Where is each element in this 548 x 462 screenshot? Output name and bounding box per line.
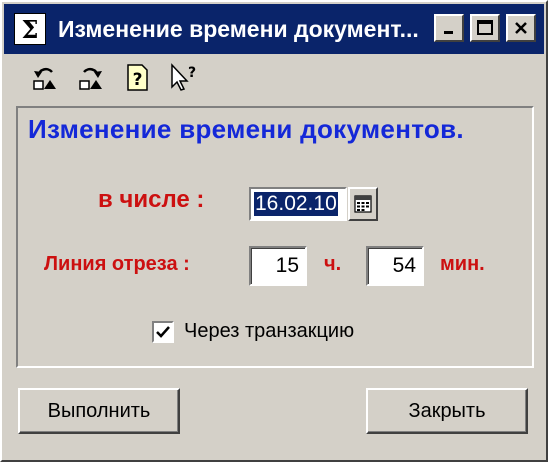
transaction-checkbox[interactable] xyxy=(152,320,174,343)
redo-icon xyxy=(79,67,102,90)
execute-button[interactable]: Выполнить xyxy=(18,388,180,434)
title-bar[interactable]: Σ Изменение времени документ... xyxy=(4,4,544,54)
close-icon xyxy=(515,22,527,34)
help-button[interactable]: ? xyxy=(120,60,154,94)
hours-unit-label: ч. xyxy=(324,253,342,275)
maximize-icon xyxy=(477,20,493,35)
window-title: Изменение времени документ... xyxy=(58,15,419,42)
calendar-icon xyxy=(354,195,372,213)
hours-input[interactable]: 15 xyxy=(249,246,307,286)
close-button[interactable] xyxy=(506,14,536,42)
help-icon: ? xyxy=(127,64,148,91)
toolbar: ? ? xyxy=(28,60,200,96)
calendar-button[interactable] xyxy=(348,187,378,221)
app-sigma-icon[interactable]: Σ xyxy=(14,13,46,45)
dialog-window: Σ Изменение времени документ... ? ? Изме… xyxy=(0,0,548,462)
undo-icon xyxy=(33,67,56,90)
svg-text:?: ? xyxy=(133,70,143,90)
transaction-label: Через транзакцию xyxy=(184,320,355,342)
cutoff-label: Линия отреза : xyxy=(44,253,190,275)
maximize-button[interactable] xyxy=(470,14,500,42)
svg-text:?: ? xyxy=(188,65,196,81)
transaction-option[interactable]: Через транзакцию xyxy=(152,320,354,343)
redo-button[interactable] xyxy=(74,60,108,94)
minimize-icon xyxy=(444,31,453,34)
whats-this-button[interactable]: ? xyxy=(166,60,200,94)
checkmark-icon xyxy=(156,325,170,338)
date-label: в числе : xyxy=(98,186,205,213)
close-dialog-button[interactable]: Закрыть xyxy=(366,388,528,434)
whats-this-icon: ? xyxy=(171,63,196,91)
minutes-input[interactable]: 54 xyxy=(366,246,424,286)
date-value: 16.02.10 xyxy=(254,192,338,216)
minimize-button[interactable] xyxy=(434,14,464,42)
form-heading: Изменение времени документов. xyxy=(28,114,464,144)
date-input[interactable]: 16.02.10 xyxy=(249,187,347,221)
minutes-unit-label: мин. xyxy=(440,253,485,275)
undo-button[interactable] xyxy=(28,60,62,94)
